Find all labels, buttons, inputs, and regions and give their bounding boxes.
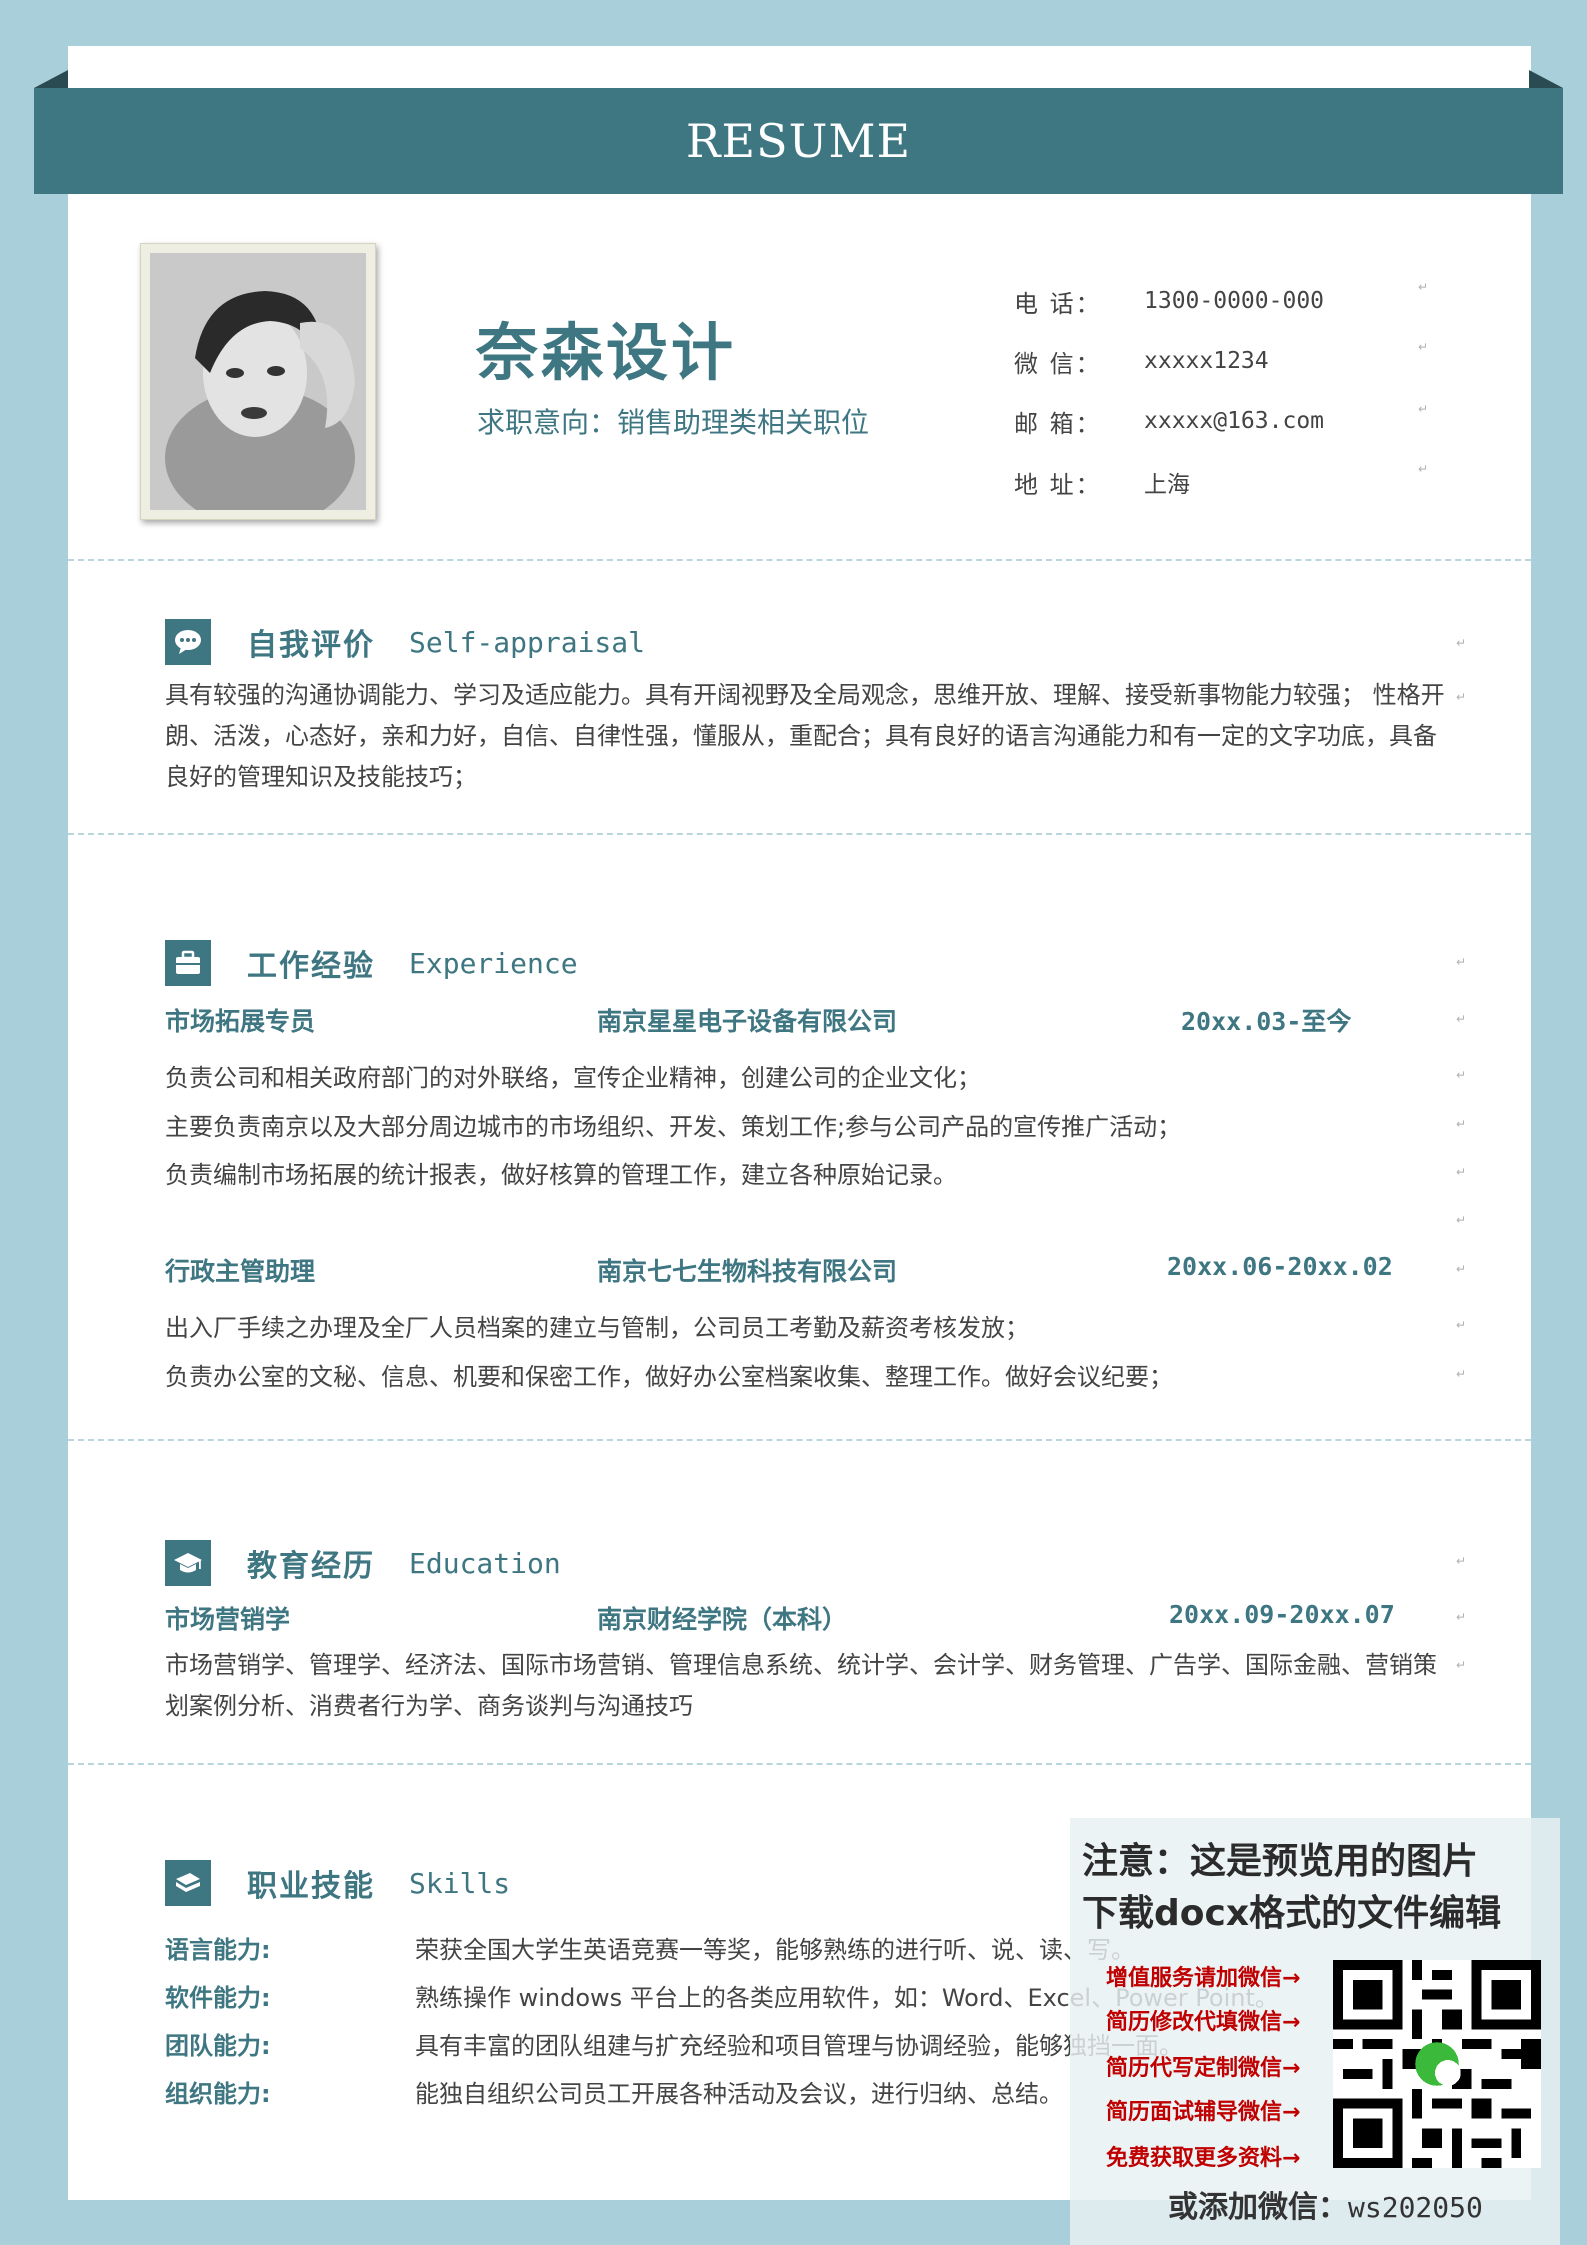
paragraph-mark: ↵ [1456, 1117, 1467, 1131]
paragraph-mark: ↵ [1418, 462, 1429, 476]
contact-value: xxxxx1234 [1144, 348, 1269, 374]
skill-value: 能独自组织公司员工开展各种活动及会议，进行归纳、总结。 [415, 2080, 1063, 2108]
skill-label: 语言能力: [165, 1936, 271, 1964]
skill-value: 荣获全国大学生英语竞赛一等奖，能够熟练的进行听、说、读、写。 [415, 1936, 1135, 1964]
paragraph-mark: ↵ [1456, 1213, 1467, 1227]
section-title: 自我评价 [247, 628, 375, 663]
job-intent: 求职意向：销售助理类相关职位 [477, 406, 870, 439]
contact-address: 地 址： 上海 [1014, 462, 1434, 502]
contact-label: 地 址： [1014, 470, 1102, 499]
paragraph-mark: ↵ [1456, 1658, 1467, 1672]
skill-value: 具有丰富的团队组建与扩充经验和项目管理与协调经验，能够独挡一面。 [415, 2032, 1183, 2060]
section-header-experience: 工作经验 Experience [165, 940, 578, 986]
section-divider [68, 1763, 1531, 1765]
paragraph-mark: ↵ [1456, 955, 1467, 969]
contact-wechat: 微 信： xxxxx1234 [1014, 341, 1434, 381]
section-subtitle: Education [409, 1546, 561, 1580]
skill-label: 团队能力: [165, 2032, 271, 2060]
promo-item: 简历代写定制微信→ [1106, 2056, 1301, 2081]
title-ribbon: RESUME [34, 88, 1563, 194]
section-divider [68, 1439, 1531, 1441]
profile-photo [140, 243, 376, 520]
wechat-footer: 或添加微信：ws202050 [1168, 2182, 1483, 2226]
contact-value: xxxxx@163.com [1144, 408, 1325, 434]
ribbon-fold-left [34, 70, 68, 88]
portrait-image [150, 253, 366, 510]
job-duty: 出入厂手续之办理及全厂人员档案的建立与管制，公司员工考勤及薪资考核发放； [165, 1314, 1029, 1342]
contact-label: 微 信： [1014, 349, 1102, 378]
paragraph-mark: ↵ [1456, 1318, 1467, 1332]
paragraph-mark: ↵ [1418, 340, 1429, 354]
ribbon-fold-right [1529, 70, 1563, 88]
paragraph-mark: ↵ [1456, 1610, 1467, 1624]
section-divider [68, 559, 1531, 561]
education-period: 20xx.09-20xx.07 [1169, 1600, 1395, 1629]
briefcase-icon [165, 940, 211, 986]
wechat-id: ws202050 [1348, 2191, 1483, 2224]
contact-email: 邮 箱： xxxxx@163.com [1014, 401, 1434, 441]
skill-label: 软件能力: [165, 1984, 271, 2012]
job-duty: 负责公司和相关政府部门的对外联络，宣传企业精神，创建公司的企业文化； [165, 1064, 981, 1092]
promo-item: 简历修改代填微信→ [1106, 2010, 1301, 2035]
notice-line: 下载docx格式的文件编辑 [1082, 1893, 1502, 1934]
job-position: 市场拓展专员 [165, 1007, 316, 1036]
paragraph-mark: ↵ [1456, 1012, 1467, 1026]
promo-item: 简历面试辅导微信→ [1106, 2100, 1301, 2125]
self-appraisal-text: 具有较强的沟通协调能力、学习及适应能力。具有开阔视野及全局观念，思维开放、理解、… [165, 681, 1445, 791]
education-header: 市场营销学 南京财经学院（本科） 20xx.09-20xx.07 [165, 1600, 1465, 1634]
wechat-qr-code [1333, 1960, 1541, 2168]
paragraph-mark: ↵ [1456, 636, 1467, 650]
education-courses: 市场营销学、管理学、经济法、国际市场营销、管理信息系统、统计学、会计学、财务管理… [165, 1651, 1437, 1720]
paragraph-mark: ↵ [1418, 402, 1429, 416]
contact-label: 邮 箱： [1014, 409, 1102, 438]
paragraph-mark: ↵ [1456, 690, 1467, 704]
education-major: 市场营销学 [165, 1605, 291, 1634]
section-title: 工作经验 [247, 949, 375, 984]
section-subtitle: Experience [409, 946, 578, 980]
section-title: 教育经历 [247, 1549, 375, 1584]
promo-item: 免费获取更多资料→ [1106, 2146, 1301, 2171]
paragraph-mark: ↵ [1456, 1367, 1467, 1381]
skill-label: 组织能力: [165, 2080, 271, 2108]
job-header: 行政主管助理 南京七七生物科技有限公司 20xx.06-20xx.02 [165, 1252, 1465, 1286]
section-header-skills: 职业技能 Skills [165, 1860, 510, 1906]
chat-bubble-icon [165, 619, 211, 665]
paragraph-mark: ↵ [1456, 1554, 1467, 1568]
job-duty: 负责编制市场拓展的统计报表，做好核算的管理工作，建立各种原始记录。 [165, 1161, 957, 1189]
contact-value: 上海 [1144, 472, 1190, 498]
graduation-cap-icon [165, 1540, 211, 1586]
section-subtitle: Skills [409, 1866, 511, 1900]
job-position: 行政主管助理 [165, 1257, 316, 1286]
paragraph-mark: ↵ [1456, 1068, 1467, 1082]
resume-title: RESUME [685, 114, 912, 168]
candidate-name: 奈森设计 [476, 316, 737, 389]
education-school: 南京财经学院（本科） [597, 1605, 848, 1634]
job-company: 南京星星电子设备有限公司 [597, 1007, 898, 1036]
contact-value: 1300-0000-000 [1144, 288, 1325, 314]
job-duty: 负责办公室的文秘、信息、机要和保密工作，做好办公室档案收集、整理工作。做好会议纪… [165, 1363, 1173, 1391]
notice-line: 注意：这是预览用的图片 [1082, 1841, 1479, 1882]
section-header-self-appraisal: 自我评价 Self-appraisal [165, 619, 645, 665]
section-header-education: 教育经历 Education [165, 1540, 561, 1586]
job-header: 市场拓展专员 南京星星电子设备有限公司 20xx.03-至今 [165, 1002, 1465, 1036]
job-period: 20xx.03-至今 [1181, 1007, 1352, 1036]
contact-phone: 电 话： 1300-0000-000 [1014, 281, 1434, 321]
paragraph-mark: ↵ [1418, 280, 1429, 294]
job-duty: 主要负责南京以及大部分周边城市的市场组织、开发、策划工作;参与公司产品的宣传推广… [165, 1113, 1182, 1141]
paragraph-mark: ↵ [1456, 1165, 1467, 1179]
section-title: 职业技能 [247, 1869, 375, 1904]
job-company: 南京七七生物科技有限公司 [597, 1257, 898, 1286]
preview-notice-overlay: 注意：这是预览用的图片 下载docx格式的文件编辑 增值服务请加微信→ 简历修改… [1070, 1818, 1560, 2245]
section-subtitle: Self-appraisal [409, 625, 646, 659]
contact-label: 电 话： [1014, 289, 1102, 318]
section-divider [68, 833, 1531, 835]
job-period: 20xx.06-20xx.02 [1167, 1252, 1393, 1281]
paragraph-mark: ↵ [1456, 1262, 1467, 1276]
promo-item: 增值服务请加微信→ [1106, 1966, 1301, 1991]
wechat-label: 或添加微信： [1168, 2190, 1348, 2225]
book-icon [165, 1860, 211, 1906]
